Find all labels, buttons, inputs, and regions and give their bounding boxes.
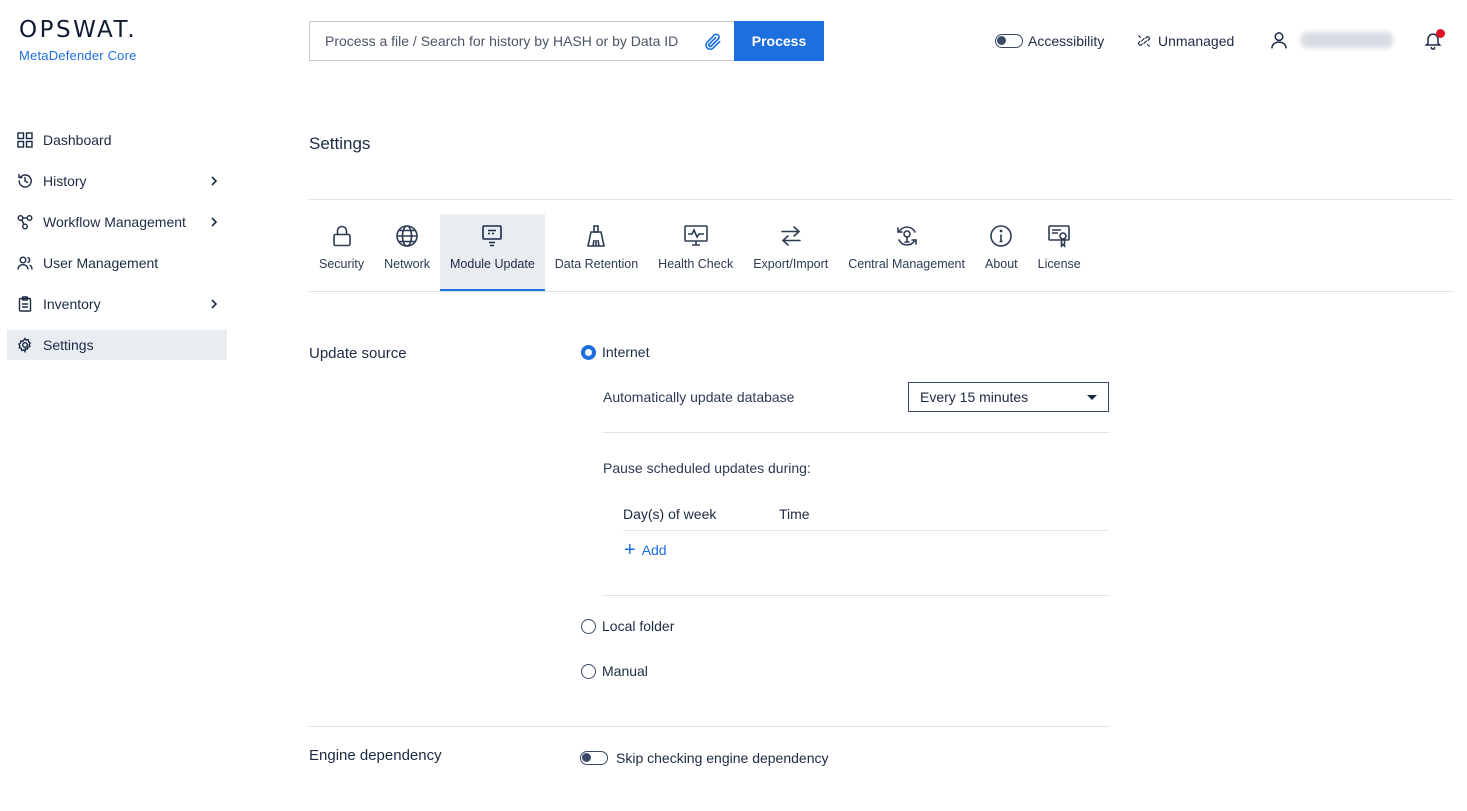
unmanaged-status[interactable]: Unmanaged [1137,31,1234,51]
divider [309,291,1453,292]
notification-badge [1436,29,1445,38]
unmanaged-label: Unmanaged [1158,33,1235,49]
sidebar-item-workflow-management[interactable]: Workflow Management [7,207,227,237]
page-title: Settings [309,134,371,153]
radio-button[interactable] [581,663,596,679]
divider [623,530,1109,531]
tab-health-check[interactable]: Health Check [648,214,743,292]
update-source-label: Update source [309,345,407,362]
radio-internet[interactable]: Internet [581,344,649,360]
tab-label: Security [319,257,365,271]
tab-label: Health Check [658,257,734,271]
arrows-exchange-icon [780,226,801,246]
tab-about[interactable]: About [975,214,1028,292]
radio-button[interactable] [581,618,596,634]
sidebar: Dashboard History Workflow Management Us… [7,125,227,371]
plus-icon: + [624,539,636,561]
paperclip-icon[interactable] [703,32,723,52]
lock-icon [332,225,351,247]
broom-icon [587,225,606,247]
tab-module-update[interactable]: Module Update [440,214,545,292]
accessibility-switch[interactable] [995,34,1023,48]
grid-icon [17,132,33,148]
tab-data-retention[interactable]: Data Retention [545,214,648,292]
tab-label: About [984,257,1018,271]
central-management-icon [896,226,917,246]
sidebar-item-label: History [43,173,87,189]
sidebar-item-dashboard[interactable]: Dashboard [7,125,227,155]
sidebar-item-label: Settings [43,337,94,353]
sidebar-item-label: Dashboard [43,132,112,148]
sidebar-item-settings[interactable]: Settings [7,330,227,360]
search-input[interactable] [325,33,700,49]
divider [309,726,1109,727]
health-monitor-icon [683,225,708,246]
caret-down-icon [1087,395,1097,400]
radio-local-folder[interactable]: Local folder [581,618,674,634]
info-icon [990,225,1013,247]
divider [309,199,1453,200]
divider [603,595,1109,596]
sidebar-item-history[interactable]: History [7,166,227,196]
chevron-right-icon [211,299,218,309]
search-box [309,21,735,61]
certificate-icon [1048,225,1071,248]
tab-label: Network [384,257,430,271]
tab-security[interactable]: Security [309,214,374,292]
column-header-days: Day(s) of week [623,506,717,522]
product-name: MetaDefender Core [19,48,137,63]
chevron-right-icon [211,176,218,186]
sidebar-item-inventory[interactable]: Inventory [7,289,227,319]
auto-update-select[interactable]: Every 15 minutes [908,382,1109,412]
divider [603,432,1109,433]
accessibility-toggle[interactable]: Accessibility [995,31,1104,51]
tab-label: Export/Import [753,257,829,271]
sidebar-item-label: User Management [43,255,159,271]
gear-icon [17,337,32,353]
skip-engine-dependency-toggle[interactable]: Skip checking engine dependency [580,750,829,766]
tab-export-import[interactable]: Export/Import [743,214,838,292]
radio-label: Internet [602,344,650,360]
globe-icon [396,225,418,247]
process-button[interactable]: Process [734,21,824,61]
radio-manual[interactable]: Manual [581,663,648,679]
sidebar-item-label: Workflow Management [43,214,186,230]
tab-label: Data Retention [554,257,639,271]
user-icon[interactable] [1269,30,1289,50]
radio-label: Local folder [602,618,675,634]
sidebar-item-label: Inventory [43,296,101,312]
tab-label: License [1037,257,1081,271]
engine-dependency-label: Engine dependency [309,747,442,764]
logo-wordmark: OPSWAT. [19,17,138,43]
column-header-time: Time [779,506,810,522]
tab-label: Central Management [848,257,965,271]
module-update-icon [482,225,503,247]
sidebar-item-user-management[interactable]: User Management [7,248,227,278]
logo[interactable]: OPSWAT. MetaDefender Core [19,18,137,63]
accessibility-label: Accessibility [1028,33,1105,49]
tab-license[interactable]: License [1028,214,1091,292]
tab-central-management[interactable]: Central Management [838,214,975,292]
unlink-icon [1138,35,1150,47]
radio-label: Manual [602,663,648,679]
pause-updates-label: Pause scheduled updates during: [603,460,811,476]
chevron-right-icon [211,217,218,227]
user-name-blurred[interactable] [1301,32,1393,48]
skip-engine-dependency-label: Skip checking engine dependency [616,750,829,766]
radio-button-checked[interactable] [581,344,596,360]
workflow-icon [17,215,33,230]
select-value: Every 15 minutes [920,389,1029,405]
skip-engine-dependency-switch[interactable] [580,751,608,765]
users-icon [17,256,33,270]
clipboard-icon [18,296,32,312]
add-label: Add [641,542,667,558]
settings-tabs: Security Network Module Update Data Rete… [309,214,1091,292]
tab-label: Module Update [450,257,535,271]
auto-update-label: Automatically update database [603,389,795,405]
add-pause-button[interactable]: + Add [624,539,667,561]
history-icon [18,173,32,188]
tab-network[interactable]: Network [374,214,440,292]
